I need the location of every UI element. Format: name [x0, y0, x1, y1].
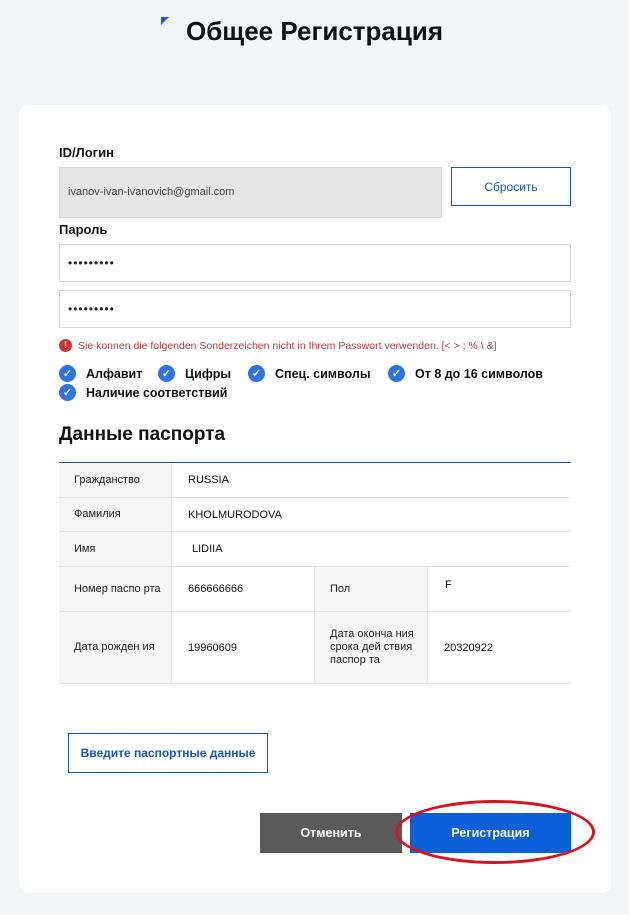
check-icon: ✓ — [59, 384, 76, 401]
check-match-label: Наличие соответствий — [86, 385, 228, 400]
password-error: ! Sie konnen die folgenden Sonderzeichen… — [59, 339, 497, 352]
highlight-ring-annotation — [395, 800, 595, 864]
check-special-label: Спец. символы — [275, 366, 371, 381]
name-value: LIDIIA — [192, 543, 223, 555]
name-label: Имя — [59, 532, 172, 566]
table-row: Фамилия KHOLMURODOVA — [59, 498, 571, 532]
passport-section-title: Данные паспорта — [59, 424, 226, 445]
check-length-label: От 8 до 16 символов — [415, 366, 543, 381]
check-icon: ✓ — [59, 365, 76, 382]
sex-value: F — [445, 579, 452, 591]
table-row: Дата рожден ия 19960609 Дата оконча ния … — [59, 612, 571, 684]
cancel-button[interactable]: Отменить — [260, 813, 402, 853]
check-special: ✓ Спец. символы — [248, 365, 371, 382]
password-error-text: Sie konnen die folgenden Sonderzeichen n… — [78, 339, 497, 352]
passport-table: Гражданство RUSSIA Фамилия KHOLMURODOVA … — [59, 462, 571, 684]
error-icon: ! — [59, 339, 72, 352]
check-alphabet-label: Алфавит — [86, 366, 143, 381]
table-row: Гражданство RUSSIA — [59, 463, 571, 498]
table-row: Номер паспо рта 666666666 Пол F — [59, 567, 571, 612]
enter-passport-button[interactable]: Введите паспортные данные — [68, 733, 268, 773]
table-row: Имя LIDIIA — [59, 532, 571, 567]
birth-date-value: 19960609 — [172, 612, 315, 683]
check-digits-label: Цифры — [185, 366, 232, 381]
login-label: ID/Логин — [59, 145, 114, 160]
login-field[interactable]: ivanov-ivan-ivanovich@gmail.com — [59, 167, 442, 218]
check-match: ✓ Наличие соответствий — [59, 384, 227, 401]
citizenship-value: RUSSIA — [188, 474, 229, 486]
registration-card: ID/Логин ivanov-ivan-ivanovich@gmail.com… — [19, 105, 611, 893]
sex-label: Пол — [315, 567, 428, 611]
passport-number-value: 666666666 — [172, 567, 315, 611]
password-confirm-field[interactable]: ••••••••• — [59, 290, 571, 328]
password-field[interactable]: ••••••••• — [59, 244, 571, 282]
surname-value: KHOLMURODOVA — [188, 508, 282, 521]
surname-label: Фамилия — [59, 498, 172, 531]
page-title: Общее Регистрация — [185, 16, 443, 46]
expiry-date-value: 20320922 — [444, 641, 493, 654]
citizenship-label: Гражданство — [59, 463, 172, 497]
check-icon: ✓ — [248, 365, 265, 382]
check-length: ✓ От 8 до 16 символов — [388, 365, 543, 382]
check-icon: ✓ — [158, 365, 175, 382]
check-alphabet: ✓ Алфавит — [59, 365, 142, 382]
check-digits: ✓ Цифры — [158, 365, 231, 382]
birth-date-label: Дата рожден ия — [59, 612, 172, 683]
expiry-date-label: Дата оконча ния срока дей ствия паспор т… — [315, 612, 428, 683]
check-icon: ✓ — [388, 365, 405, 382]
reset-button[interactable]: Сбросить — [451, 167, 571, 206]
passport-number-label: Номер паспо рта — [59, 567, 172, 611]
password-label: Пароль — [59, 222, 108, 237]
